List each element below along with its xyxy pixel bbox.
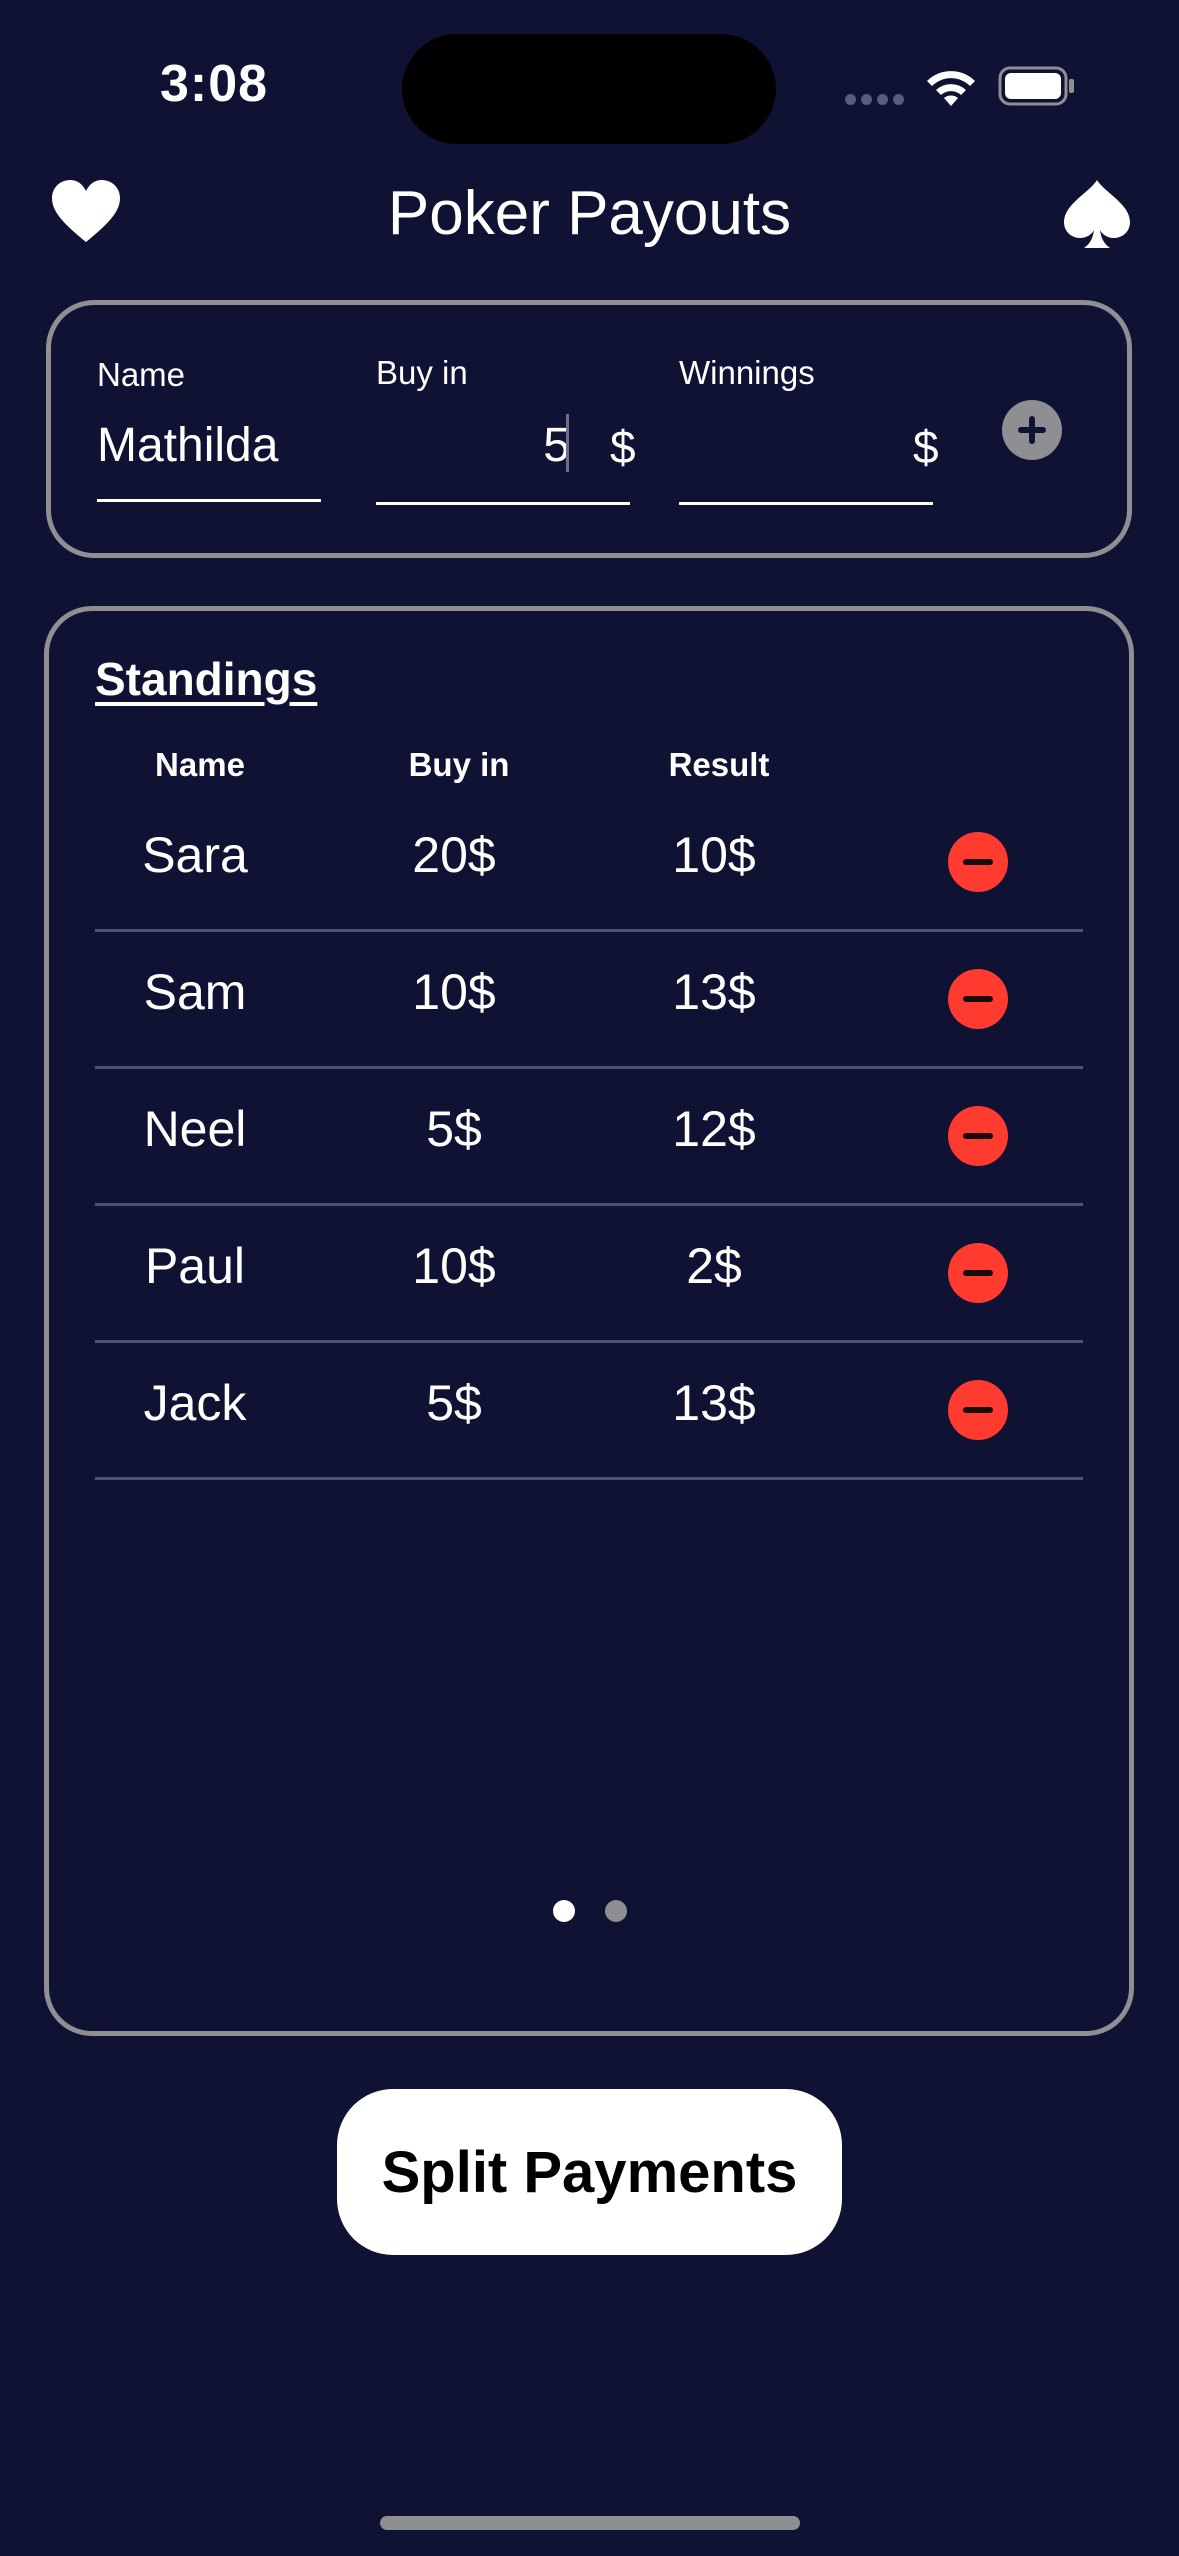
home-indicator[interactable] xyxy=(380,2516,800,2530)
name-underline xyxy=(97,499,321,502)
table-row: Paul 10$ 2$ xyxy=(95,1207,1083,1343)
page-title: Poker Payouts xyxy=(387,179,792,248)
plus-icon xyxy=(1018,416,1046,444)
winnings-currency: $ xyxy=(913,421,939,473)
page-indicator-dot-active[interactable] xyxy=(553,1900,575,1922)
row-name: Sam xyxy=(143,964,247,1020)
text-caret xyxy=(566,414,569,472)
remove-player-button[interactable] xyxy=(948,969,1008,1029)
winnings-underline xyxy=(679,502,933,505)
column-header-buyin: Buy in xyxy=(408,746,510,783)
remove-player-button[interactable] xyxy=(948,1380,1008,1440)
row-name: Neel xyxy=(143,1101,247,1157)
row-result: 13$ xyxy=(672,964,756,1020)
row-name: Paul xyxy=(144,1238,246,1294)
table-row: Neel 5$ 12$ xyxy=(95,1070,1083,1206)
row-result: 10$ xyxy=(672,827,756,883)
wifi-icon xyxy=(927,71,975,106)
battery-icon xyxy=(998,66,1074,106)
row-divider xyxy=(95,1203,1083,1206)
cellular-signal-icon xyxy=(845,92,909,110)
dynamic-island xyxy=(402,34,776,144)
remove-player-button[interactable] xyxy=(948,832,1008,892)
column-header-name: Name xyxy=(155,746,245,783)
buyin-underline xyxy=(376,502,630,505)
name-input[interactable]: Mathilda xyxy=(97,418,278,473)
buyin-label: Buy in xyxy=(376,354,468,391)
row-divider xyxy=(95,1066,1083,1069)
row-buyin: 20$ xyxy=(412,827,496,883)
split-payments-button[interactable]: Split Payments xyxy=(337,2089,842,2255)
table-row: Jack 5$ 13$ xyxy=(95,1344,1083,1480)
page-indicator-dot[interactable] xyxy=(605,1900,627,1922)
column-header-result: Result xyxy=(668,746,770,783)
row-buyin: 5$ xyxy=(426,1375,482,1431)
buyin-currency: $ xyxy=(610,421,636,473)
add-player-button[interactable] xyxy=(1002,400,1062,460)
remove-player-button[interactable] xyxy=(948,1243,1008,1303)
row-name: Sara xyxy=(142,827,248,883)
winnings-label: Winnings xyxy=(679,354,815,391)
row-divider xyxy=(95,1340,1083,1343)
row-buyin: 10$ xyxy=(412,964,496,1020)
remove-player-button[interactable] xyxy=(948,1106,1008,1166)
spade-icon[interactable] xyxy=(1062,178,1132,250)
table-row: Sam 10$ 13$ xyxy=(95,933,1083,1069)
table-row: Sara 20$ 10$ xyxy=(95,796,1083,932)
standings-title: Standings xyxy=(95,653,318,705)
name-label: Name xyxy=(97,356,186,393)
row-divider xyxy=(95,1477,1083,1480)
row-result: 2$ xyxy=(686,1238,742,1294)
buyin-input[interactable]: 5 xyxy=(376,418,570,473)
row-name: Jack xyxy=(143,1375,247,1431)
row-buyin: 10$ xyxy=(412,1238,496,1294)
row-result: 13$ xyxy=(672,1375,756,1431)
row-buyin: 5$ xyxy=(426,1101,482,1157)
row-result: 12$ xyxy=(672,1101,756,1157)
row-divider xyxy=(95,929,1083,932)
status-time: 3:08 xyxy=(160,55,269,113)
